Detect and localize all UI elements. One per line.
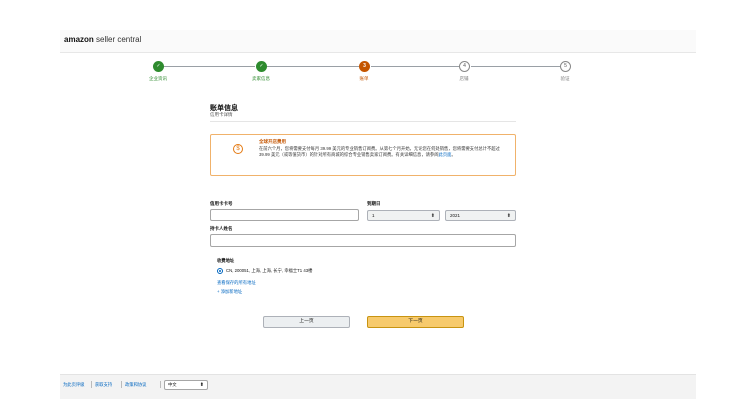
expiry-year-select[interactable]: 2021 ⬍ bbox=[445, 210, 516, 221]
fee-notice-end: 。 bbox=[451, 152, 456, 157]
footer-bar bbox=[60, 374, 696, 399]
step-3-label: 账单 bbox=[359, 76, 369, 81]
previous-button[interactable]: 上一页 bbox=[263, 316, 350, 328]
step-connector bbox=[164, 66, 255, 67]
view-saved-addresses-link[interactable]: 查看保存的所有地址 bbox=[217, 280, 256, 286]
step-2-label: 卖家信息 bbox=[252, 76, 270, 81]
policies-link[interactable]: 政策和协议 bbox=[125, 382, 146, 388]
seller-central-logo[interactable]: amazon seller central bbox=[64, 35, 141, 45]
language-select[interactable]: 中文 ⬍ bbox=[164, 380, 208, 390]
step-4-label: 店铺 bbox=[459, 76, 469, 81]
language-value: 中文 bbox=[168, 382, 177, 387]
rate-page-link[interactable]: 为此页评级 bbox=[63, 382, 84, 388]
up-down-icon: ⬍ bbox=[430, 213, 435, 219]
step-connector bbox=[371, 66, 459, 67]
up-down-icon: ⬍ bbox=[199, 382, 204, 388]
fee-notice-body: 在前六个月，您将需要支付每月 39.99 美元的专业销售订阅费。从第七个月开始，… bbox=[259, 146, 504, 158]
step-1-label: 企业资讯 bbox=[149, 76, 167, 81]
step-connector bbox=[267, 66, 359, 67]
card-number-label: 信用卡卡号 bbox=[210, 201, 233, 206]
next-button[interactable]: 下一页 bbox=[367, 316, 464, 328]
expiry-label: 到期日 bbox=[367, 201, 381, 206]
expiry-month-select[interactable]: 1 ⬍ bbox=[367, 210, 440, 221]
step-2-check-icon: ✓ bbox=[256, 61, 267, 72]
card-number-input[interactable] bbox=[210, 209, 359, 221]
footer-divider bbox=[91, 381, 92, 388]
page-subtitle: 信用卡详情 bbox=[210, 112, 233, 117]
footer-divider bbox=[160, 381, 161, 388]
expiry-year-value: 2021 bbox=[450, 213, 461, 218]
footer-divider bbox=[121, 381, 122, 388]
step-connector bbox=[471, 66, 560, 67]
brand-text: amazon bbox=[64, 35, 94, 44]
selected-address: CN, 200051, 上海, 上海, 长宁, 幸福士T1 43楼 bbox=[226, 268, 313, 273]
expiry-month-value: 1 bbox=[372, 213, 375, 218]
top-header-bar bbox=[60, 30, 696, 53]
fee-notice-text: 在前六个月，您将需要支付每月 39.99 美元的专业销售订阅费。从第七个月开始，… bbox=[259, 146, 500, 157]
get-support-link[interactable]: 获取支持 bbox=[95, 382, 112, 388]
section-divider bbox=[210, 121, 516, 122]
up-down-icon: ⬍ bbox=[506, 213, 511, 219]
billing-address-label: 收费地址 bbox=[217, 258, 235, 263]
cardholder-label: 持卡人姓名 bbox=[210, 226, 233, 231]
fee-notice-link[interactable]: 此页面 bbox=[439, 152, 452, 157]
dollar-icon: $ bbox=[233, 144, 243, 154]
step-4-circle: 4 bbox=[459, 61, 470, 72]
step-3-circle: 3 bbox=[359, 61, 370, 72]
step-5-label: 验证 bbox=[560, 76, 570, 81]
step-1-check-icon: ✓ bbox=[153, 61, 164, 72]
fee-notice-title: 全球开店费用 bbox=[259, 139, 286, 144]
cardholder-input[interactable] bbox=[210, 234, 516, 247]
add-new-address-link[interactable]: + 添加新地址 bbox=[217, 289, 242, 295]
address-radio[interactable] bbox=[217, 268, 223, 274]
step-5-circle: 5 bbox=[560, 61, 571, 72]
product-text: seller central bbox=[93, 35, 142, 44]
